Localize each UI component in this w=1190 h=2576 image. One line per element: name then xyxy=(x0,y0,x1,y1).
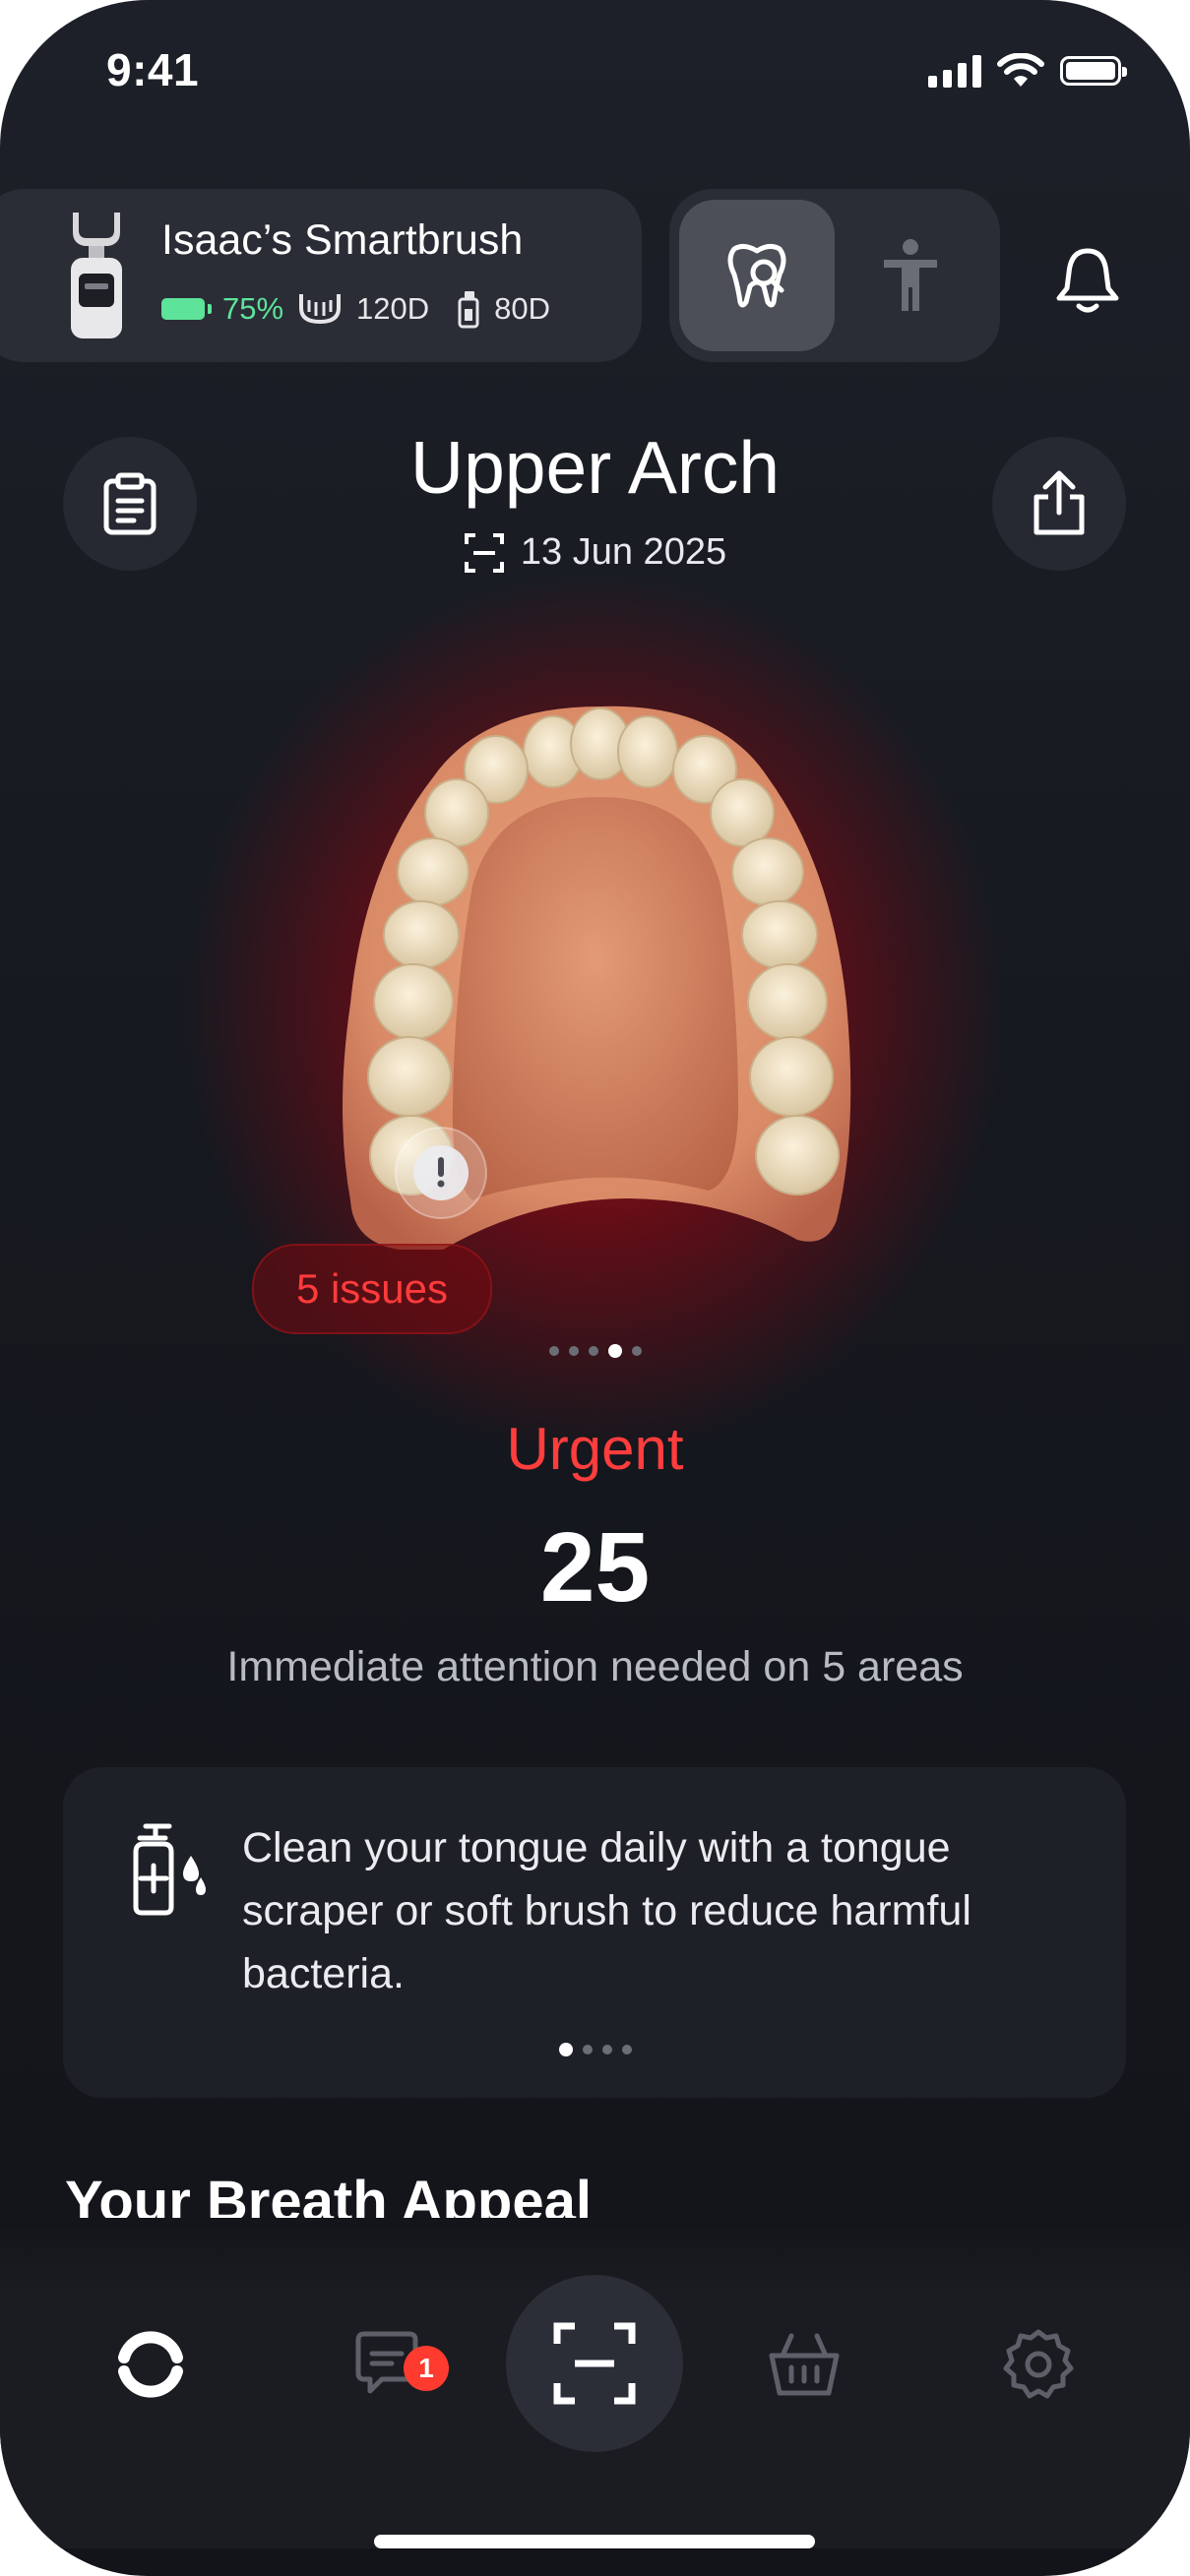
wifi-icon xyxy=(997,53,1044,87)
teeth-mode-button[interactable] xyxy=(679,200,835,351)
hygiene-bottle-icon xyxy=(133,1823,206,1916)
scan-date: 13 Jun 2025 xyxy=(0,531,1190,574)
tab-settings[interactable] xyxy=(994,2320,1083,2409)
brush-head-icon xyxy=(299,294,342,325)
tooth-scan-icon xyxy=(727,243,786,308)
page-dot-active xyxy=(558,2043,573,2056)
page-dot xyxy=(568,1346,579,1356)
battery-level-icon xyxy=(161,298,212,320)
tab-shop[interactable] xyxy=(760,2320,848,2409)
person-icon xyxy=(884,239,937,311)
upper-arch-illustration[interactable] xyxy=(335,689,866,1250)
scan-date-text: 13 Jun 2025 xyxy=(520,531,727,573)
tip-text: Clean your tongue daily with a tongue sc… xyxy=(242,1824,971,1997)
score-description: Immediate attention needed on 5 areas xyxy=(226,1643,964,1690)
paste-days: 80D xyxy=(494,291,551,326)
basket-icon xyxy=(769,2333,840,2396)
page-dot xyxy=(621,2045,632,2055)
issues-count-pill[interactable]: 5 issues xyxy=(252,1244,492,1334)
page-dot xyxy=(582,2045,593,2055)
phone-screen: 9:41 Isaac’s Smartbrush 75% 120D 80D Upp… xyxy=(0,0,1190,2576)
battery-percent: 75% xyxy=(222,291,284,326)
scan-frame-icon xyxy=(464,532,504,573)
bell-icon xyxy=(1056,248,1119,313)
device-stats: 75% 120D 80D xyxy=(161,289,550,329)
tab-scan[interactable] xyxy=(506,2275,683,2452)
tab-home[interactable] xyxy=(106,2320,195,2409)
health-score: 25 xyxy=(539,1512,651,1623)
page-title: Upper Arch xyxy=(409,426,781,509)
gear-icon xyxy=(1003,2329,1074,2399)
messages-badge: 1 xyxy=(404,2346,449,2391)
home-indicator[interactable] xyxy=(374,2535,815,2548)
battery-icon xyxy=(1060,56,1127,86)
tip-carousel-indicator[interactable] xyxy=(0,2043,1190,2056)
page-dot-active xyxy=(607,1344,622,1358)
home-icon xyxy=(118,2331,183,2398)
smartbrush-device-image xyxy=(71,213,122,338)
signal-icon xyxy=(928,54,981,88)
device-name: Isaac’s Smartbrush xyxy=(161,216,524,264)
issue-marker-icon[interactable] xyxy=(413,1145,469,1200)
arch-carousel-indicator[interactable] xyxy=(0,1344,1190,1358)
body-mode-button[interactable] xyxy=(866,231,955,320)
page-dot xyxy=(548,1346,559,1356)
notifications-button[interactable] xyxy=(1043,236,1132,325)
section-title: Your Breath Appeal xyxy=(65,2170,592,2218)
page-dot xyxy=(631,1346,642,1356)
status-time: 9:41 xyxy=(106,44,200,95)
page-dot xyxy=(601,2045,612,2055)
health-status: Urgent xyxy=(506,1416,684,1482)
head-days: 120D xyxy=(356,291,430,326)
scan-icon xyxy=(553,2322,636,2405)
status-icons xyxy=(928,53,1127,89)
page-dot xyxy=(588,1346,598,1356)
paste-icon xyxy=(458,291,479,329)
